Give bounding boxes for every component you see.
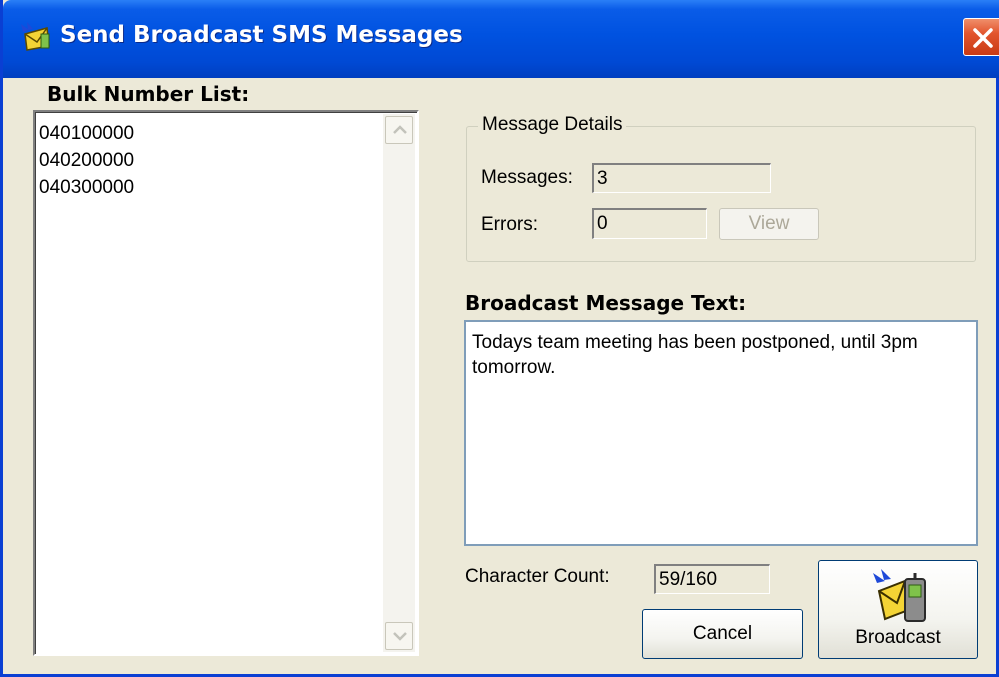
close-button[interactable] xyxy=(963,18,999,56)
broadcast-message-text-label: Broadcast Message Text: xyxy=(465,291,747,315)
messages-label: Messages: xyxy=(481,167,573,188)
view-errors-button[interactable]: View xyxy=(719,208,819,240)
window-title: Send Broadcast SMS Messages xyxy=(60,22,463,48)
list-item[interactable]: 040300000 xyxy=(39,174,134,201)
bulk-number-items: 040100000 040200000 040300000 xyxy=(39,120,134,201)
bulk-number-list-label: Bulk Number List: xyxy=(47,82,250,106)
close-icon xyxy=(973,28,993,48)
chevron-up-icon xyxy=(393,125,407,134)
errors-count-field: 0 xyxy=(592,208,707,239)
broadcast-message-textarea[interactable]: Todays team meeting has been postponed, … xyxy=(464,320,978,546)
broadcast-button-label: Broadcast xyxy=(855,627,941,648)
list-item[interactable]: 040200000 xyxy=(39,147,134,174)
scroll-up-button[interactable] xyxy=(385,116,413,144)
title-bar[interactable]: Send Broadcast SMS Messages xyxy=(3,0,999,78)
envelope-broadcast-icon xyxy=(21,22,50,51)
chevron-down-icon xyxy=(393,632,407,641)
scroll-down-button[interactable] xyxy=(385,622,413,650)
bulk-number-list[interactable]: 040100000 040200000 040300000 xyxy=(33,110,419,656)
broadcast-sms-window: Send Broadcast SMS Messages Bulk Number … xyxy=(0,0,999,677)
cancel-button[interactable]: Cancel xyxy=(642,609,803,659)
errors-label: Errors: xyxy=(481,214,538,235)
broadcast-button[interactable]: Broadcast xyxy=(818,560,978,659)
character-count-label: Character Count: xyxy=(465,566,610,587)
message-details-group xyxy=(466,126,976,262)
character-count-field: 59/160 xyxy=(654,564,770,594)
vertical-scrollbar[interactable] xyxy=(383,114,415,652)
message-details-legend: Message Details xyxy=(478,114,627,136)
phone-envelope-icon xyxy=(873,569,926,622)
list-item[interactable]: 040100000 xyxy=(39,120,134,147)
messages-count-field: 3 xyxy=(592,163,771,193)
